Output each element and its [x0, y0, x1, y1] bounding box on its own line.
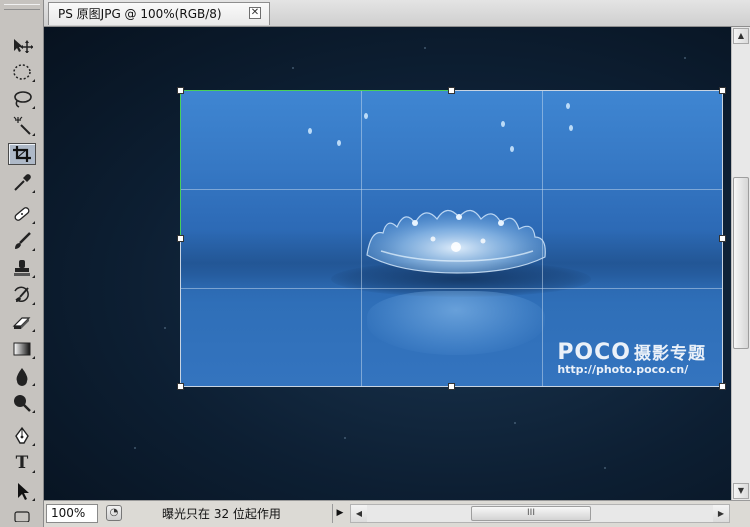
eyedropper-tool[interactable]	[8, 172, 36, 194]
magic-wand-tool[interactable]	[8, 115, 36, 137]
close-tab-icon[interactable]: ✕	[249, 7, 261, 19]
water-speck	[134, 447, 136, 449]
document-title: PS 原图JPG @ 100%(RGB/8)	[58, 7, 222, 21]
crop-tool[interactable]	[8, 143, 36, 165]
water-speck	[424, 47, 426, 49]
lasso-tool[interactable]	[8, 88, 36, 110]
crop-handle-left[interactable]	[177, 235, 184, 242]
type-tool-icon: T	[15, 453, 29, 473]
tools-panel: T	[0, 0, 44, 527]
scroll-left-button[interactable]: ◀	[351, 505, 367, 522]
clone-stamp-tool-icon	[14, 260, 30, 276]
pen-tool[interactable]	[8, 425, 36, 447]
panel-grip[interactable]	[4, 4, 40, 10]
crop-grid-line	[542, 91, 543, 386]
blur-tool-icon	[16, 368, 28, 386]
eraser-tool-icon	[12, 317, 31, 329]
water-speck	[514, 422, 516, 424]
document-tab-bar: PS 原图JPG @ 100%(RGB/8) ✕	[44, 0, 750, 27]
vertical-scroll-thumb[interactable]	[733, 177, 749, 349]
crop-tool-icon	[13, 146, 31, 162]
brush-tool-icon	[15, 232, 31, 249]
path-selection-tool-icon	[18, 483, 29, 500]
brush-tool[interactable]	[8, 230, 36, 252]
move-tool-icon	[14, 39, 33, 53]
hand-tool-icon	[14, 511, 30, 522]
crop-grid-line	[181, 189, 722, 190]
crop-handle-bottom[interactable]	[448, 383, 455, 390]
crop-bounding-box[interactable]	[177, 87, 726, 390]
pen-tool-icon	[15, 426, 29, 444]
crop-top-edge-highlight	[181, 90, 452, 91]
crop-grid-line	[181, 288, 722, 289]
eyedropper-tool-icon	[14, 174, 31, 191]
crop-handle-top-left[interactable]	[177, 87, 184, 94]
scroll-up-button[interactable]: ▲	[733, 28, 749, 44]
healing-brush-tool-icon	[14, 207, 30, 221]
water-speck	[684, 57, 686, 59]
history-brush-tool-icon	[14, 286, 29, 303]
clone-stamp-tool[interactable]	[8, 257, 36, 279]
crop-grid-line	[361, 91, 362, 386]
type-tool[interactable]: T	[8, 452, 36, 474]
move-tool[interactable]	[8, 34, 36, 56]
vertical-scrollbar[interactable]: ▲ ▼	[731, 27, 750, 500]
dodge-tool[interactable]	[8, 392, 36, 414]
crop-handle-top[interactable]	[448, 87, 455, 94]
status-bar: 100% ◔ 曝光只在 32 位起作用 ▶ ◀ III ▶	[44, 500, 750, 527]
crop-handle-right[interactable]	[719, 235, 726, 242]
status-info-text: 曝光只在 32 位起作用	[162, 507, 281, 521]
marquee-tool-icon	[13, 64, 31, 80]
marquee-tool[interactable]	[8, 61, 36, 83]
history-brush-tool[interactable]	[8, 284, 36, 306]
water-speck	[292, 67, 294, 69]
water-speck	[344, 437, 346, 439]
horizontal-scrollbar[interactable]: ◀ III ▶	[350, 504, 730, 523]
water-speck	[164, 327, 166, 329]
scroll-down-button[interactable]: ▼	[733, 483, 749, 499]
water-speck	[604, 467, 606, 469]
crop-handle-bottom-right[interactable]	[719, 383, 726, 390]
dodge-tool-icon	[14, 395, 31, 412]
canvas-area[interactable]: POCO 摄影专题 http://photo.poco.cn/	[44, 27, 731, 500]
gradient-tool-icon	[13, 342, 31, 356]
status-info-icon[interactable]: ◔	[106, 505, 122, 521]
status-menu-arrow-icon[interactable]: ▶	[332, 504, 347, 523]
crop-handle-top-right[interactable]	[719, 87, 726, 94]
crop-left-edge-highlight	[180, 91, 181, 239]
eraser-tool[interactable]	[8, 311, 36, 333]
gradient-tool[interactable]	[8, 338, 36, 360]
crop-handle-bottom-left[interactable]	[177, 383, 184, 390]
blur-tool[interactable]	[8, 365, 36, 387]
healing-brush-tool[interactable]	[8, 203, 36, 225]
horizontal-scroll-thumb[interactable]: III	[471, 506, 591, 521]
scroll-right-button[interactable]: ▶	[713, 505, 729, 522]
document-tab[interactable]: PS 原图JPG @ 100%(RGB/8) ✕	[48, 2, 270, 25]
hand-tool[interactable]	[8, 506, 36, 524]
zoom-level-field[interactable]: 100%	[46, 504, 98, 523]
lasso-tool-icon	[14, 91, 32, 108]
magic-wand-tool-icon	[13, 116, 31, 135]
resize-corner	[732, 504, 748, 523]
path-selection-tool[interactable]	[8, 480, 36, 502]
